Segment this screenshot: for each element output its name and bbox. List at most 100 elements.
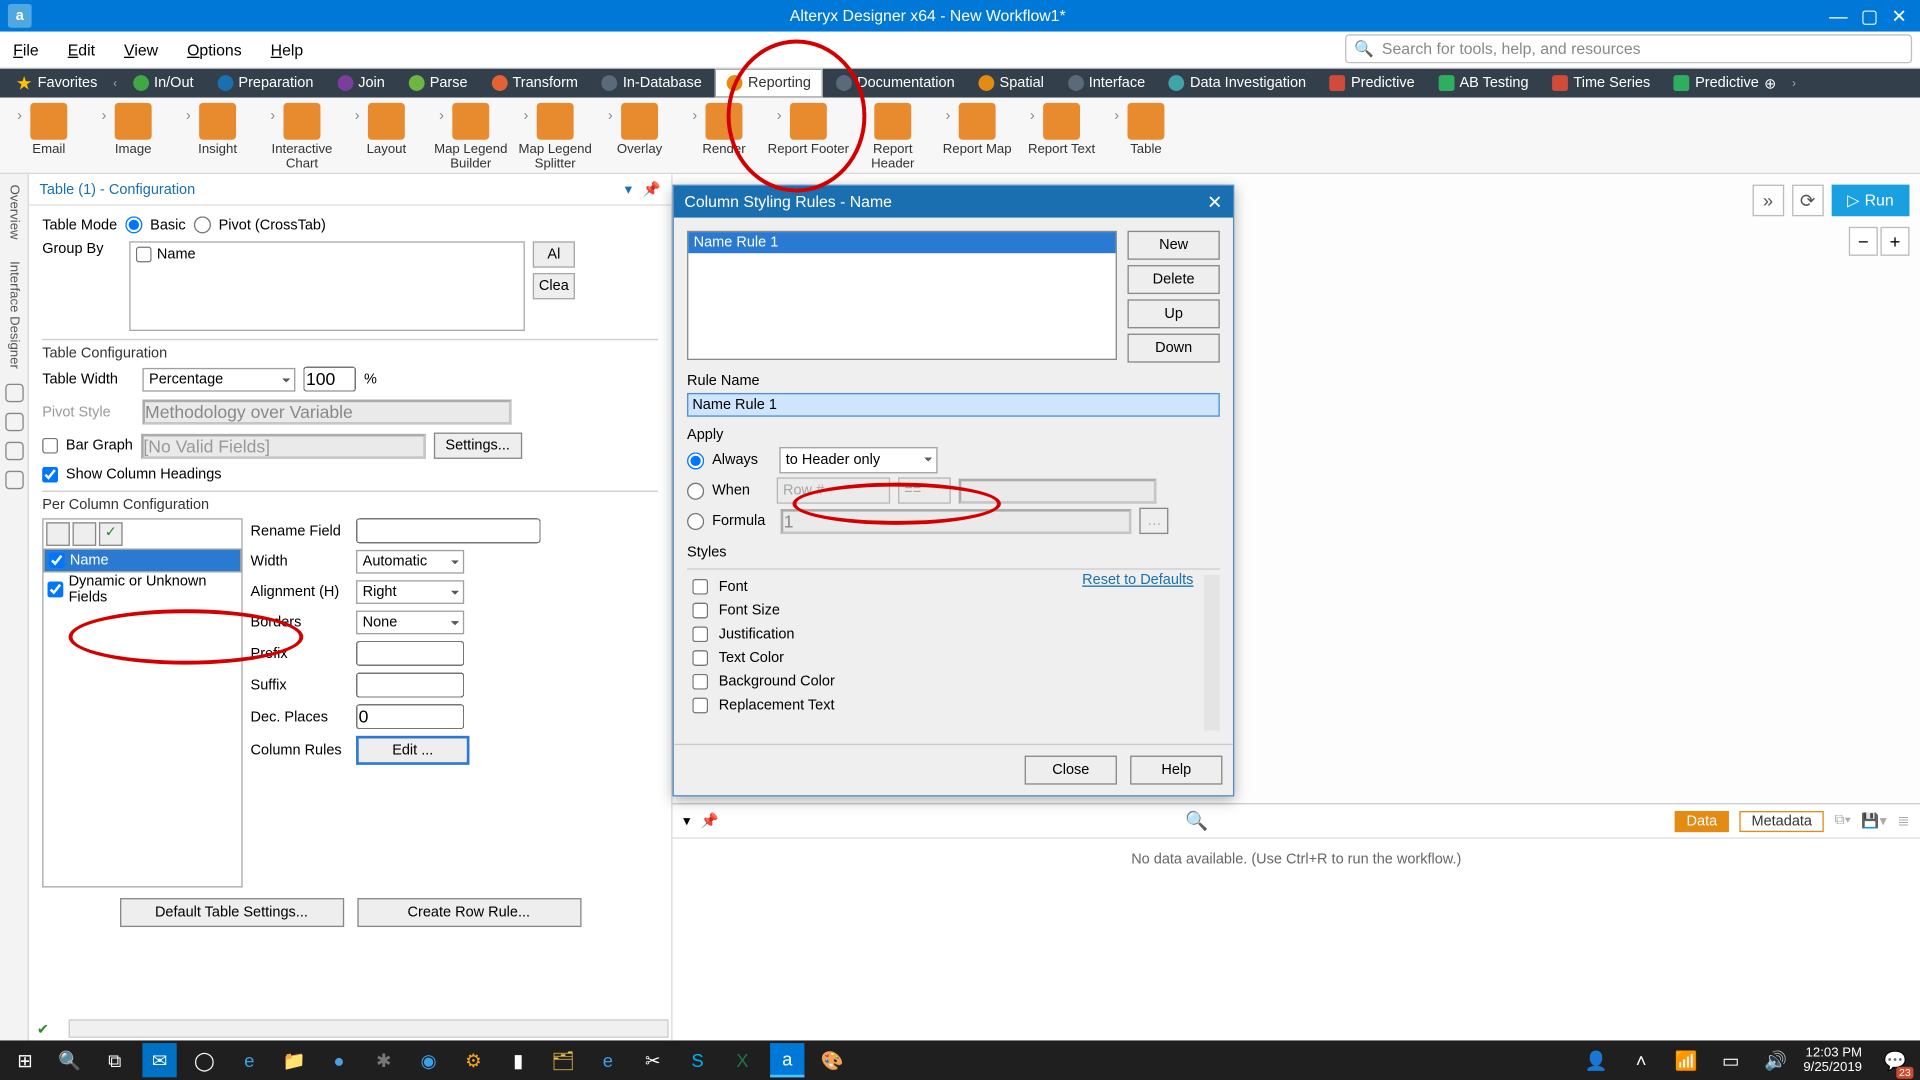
chevron-right-icon[interactable]: ›: [1789, 76, 1798, 89]
dialog-close-icon[interactable]: ✕: [1207, 191, 1222, 213]
create-row-rule-button[interactable]: Create Row Rule...: [357, 898, 581, 927]
cat-inout[interactable]: In/Out: [122, 69, 204, 98]
taskbar-app1[interactable]: ●: [322, 1043, 356, 1077]
zoom-in-button[interactable]: +: [1880, 227, 1909, 256]
move-down-icon[interactable]: [73, 522, 97, 546]
collapse-icon[interactable]: ▾: [625, 181, 632, 198]
save-icon[interactable]: 💾▾: [1861, 812, 1886, 829]
up-rule-button[interactable]: Up: [1127, 299, 1219, 328]
tab-data[interactable]: Data: [1675, 810, 1729, 831]
cat-favorites[interactable]: ★Favorites: [5, 69, 108, 98]
settings-button[interactable]: Settings...: [434, 433, 522, 459]
borders-select[interactable]: None: [356, 611, 464, 635]
results-search-icon[interactable]: 🔍: [730, 810, 1665, 832]
menu-edit[interactable]: Edit: [68, 40, 95, 58]
taskbar-app5[interactable]: ▮: [501, 1043, 535, 1077]
radio-when[interactable]: [687, 482, 704, 499]
cat-join[interactable]: Join: [327, 69, 396, 98]
copy-icon[interactable]: ⧉▾: [1834, 812, 1850, 829]
minimize-button[interactable]: —: [1829, 5, 1847, 27]
width-select[interactable]: Automatic: [356, 550, 464, 574]
cat-datainv[interactable]: Data Investigation: [1158, 69, 1316, 98]
taskbar-ie[interactable]: e: [591, 1043, 625, 1077]
start-button[interactable]: ⊞: [8, 1043, 42, 1077]
radio-basic[interactable]: [125, 216, 142, 233]
link-icon[interactable]: [5, 471, 23, 489]
rule-item[interactable]: Name Rule 1: [688, 232, 1115, 253]
cat-reporting[interactable]: Reporting: [715, 69, 823, 98]
style-bg-checkbox[interactable]: [692, 674, 708, 690]
global-search[interactable]: 🔍 Search for tools, help, and resources: [1345, 34, 1912, 63]
tool-map-legend-builder[interactable]: Map Legend Builder: [430, 103, 512, 172]
tray-notifications-icon[interactable]: 💬23: [1878, 1043, 1912, 1077]
zoom-out-button[interactable]: −: [1849, 227, 1878, 256]
tool-report-footer[interactable]: Report Footer: [767, 103, 849, 157]
menu-view[interactable]: View: [124, 40, 158, 58]
tray-up-icon[interactable]: ˄: [1624, 1043, 1658, 1077]
tab-metadata[interactable]: Metadata: [1740, 810, 1824, 831]
tool-overlay[interactable]: Overlay: [599, 103, 681, 157]
field-item-name[interactable]: Name: [44, 549, 242, 573]
taskbar-skype[interactable]: S: [680, 1043, 714, 1077]
tab-overview[interactable]: Overview: [7, 179, 22, 245]
edit-rules-button[interactable]: Edit ...: [356, 736, 469, 765]
style-list[interactable]: Font Font Size Justification Text Color …: [687, 575, 1220, 731]
radio-pivot[interactable]: [194, 216, 211, 233]
overflow-icon[interactable]: »: [1752, 185, 1784, 217]
pin-icon[interactable]: 📌: [643, 181, 661, 198]
taskbar-snip[interactable]: ✂: [636, 1043, 670, 1077]
group-by-list[interactable]: Name: [129, 241, 525, 331]
radio-always[interactable]: [687, 452, 704, 469]
tool-report-text[interactable]: Report Text: [1021, 103, 1103, 157]
maximize-button[interactable]: ▢: [1861, 5, 1878, 27]
rule-name-input[interactable]: [687, 393, 1220, 417]
dialog-help-button[interactable]: Help: [1130, 756, 1222, 785]
tray-network-icon[interactable]: 📶: [1669, 1043, 1703, 1077]
taskbar-app4[interactable]: ⚙: [456, 1043, 490, 1077]
tool-insight[interactable]: Insight: [177, 103, 259, 157]
style-color-checkbox[interactable]: [692, 650, 708, 666]
tray-battery-icon[interactable]: ▭: [1714, 1043, 1748, 1077]
delete-rule-button[interactable]: Delete: [1127, 265, 1219, 294]
down-rule-button[interactable]: Down: [1127, 334, 1219, 363]
chevron-left-icon[interactable]: ‹: [111, 76, 120, 89]
tray-people-icon[interactable]: 👤: [1579, 1043, 1613, 1077]
apply-scope-select[interactable]: to Header only: [779, 447, 937, 473]
tool-map-legend-splitter[interactable]: Map Legend Splitter: [514, 103, 596, 172]
tool-image[interactable]: Image: [92, 103, 174, 157]
taskbar-outlook[interactable]: ✉: [142, 1043, 176, 1077]
run-button[interactable]: ▷ Run: [1831, 185, 1909, 217]
move-up-icon[interactable]: [46, 522, 70, 546]
select-all-button[interactable]: Al: [533, 241, 575, 267]
tab-interface-designer[interactable]: Interface Designer: [7, 255, 22, 373]
style-font-checkbox[interactable]: [692, 579, 708, 595]
menu-file[interactable]: File: [13, 40, 39, 58]
tool-table[interactable]: Table: [1105, 103, 1187, 157]
tool-interactive-chart[interactable]: Interactive Chart: [261, 103, 343, 172]
results-caret[interactable]: ▾: [683, 812, 690, 829]
results-pin-icon[interactable]: 📌: [701, 812, 719, 829]
taskbar-app2[interactable]: ✱: [367, 1043, 401, 1077]
default-settings-button[interactable]: Default Table Settings...: [119, 898, 343, 927]
arrows-icon[interactable]: [5, 413, 23, 431]
tool-render[interactable]: Render: [683, 103, 765, 157]
tool-email[interactable]: Email: [8, 103, 90, 157]
tag-icon[interactable]: [5, 442, 23, 460]
taskbar-alteryx[interactable]: a: [770, 1043, 804, 1077]
table-width-value[interactable]: [303, 367, 356, 392]
taskbar-paint[interactable]: 🎨: [815, 1043, 849, 1077]
menu-options[interactable]: Options: [187, 40, 242, 58]
cat-transform[interactable]: Transform: [481, 69, 589, 98]
bar-graph-checkbox[interactable]: [42, 438, 58, 454]
field-checkbox-name[interactable]: [136, 247, 152, 263]
gear-icon[interactable]: [5, 384, 23, 402]
cat-interface[interactable]: Interface: [1057, 69, 1156, 98]
style-size-checkbox[interactable]: [692, 603, 708, 619]
style-repl-checkbox[interactable]: [692, 698, 708, 714]
cat-parse[interactable]: Parse: [398, 69, 478, 98]
table-width-select[interactable]: Percentage: [142, 367, 295, 391]
tool-report-header[interactable]: Report Header: [852, 103, 934, 172]
cat-indatabase[interactable]: In-Database: [591, 69, 712, 98]
cat-preparation[interactable]: Preparation: [207, 69, 324, 98]
taskbar-chrome[interactable]: ◯: [187, 1043, 221, 1077]
